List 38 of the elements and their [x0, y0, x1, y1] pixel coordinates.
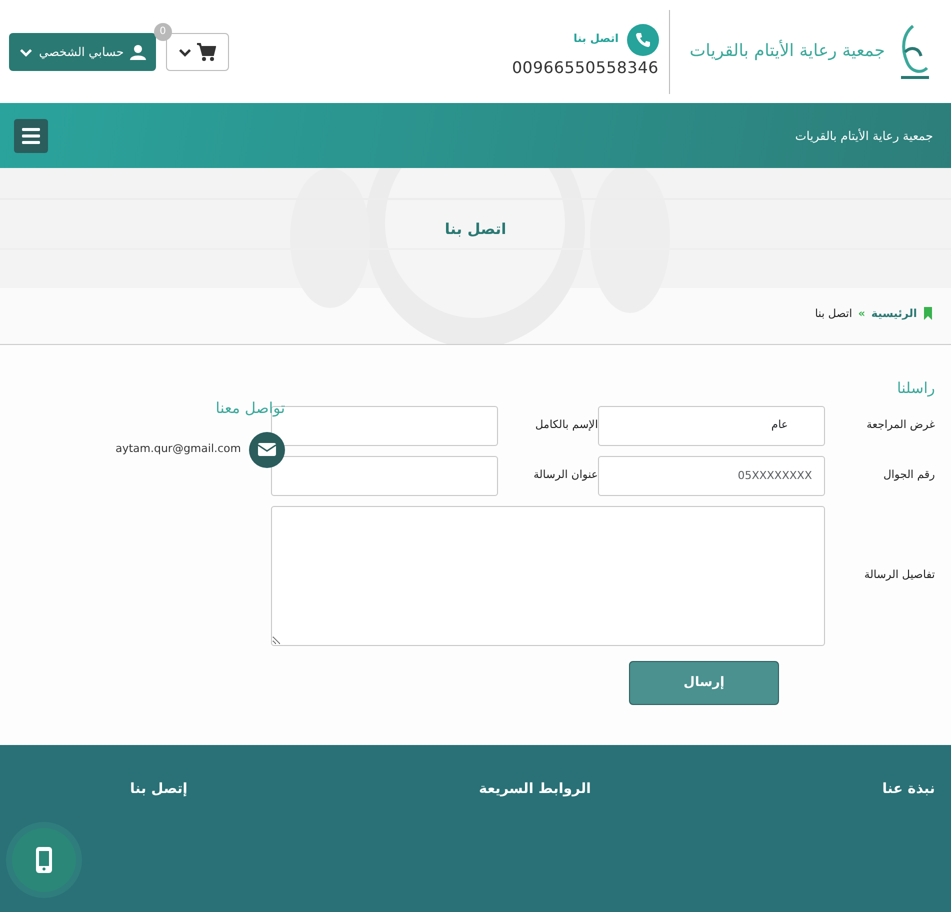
breadcrumb-separator: » — [858, 306, 866, 322]
input-field[interactable] — [271, 456, 498, 496]
user-icon — [130, 44, 146, 60]
page-title: اتصل بنا — [444, 219, 508, 240]
mobile-icon — [34, 846, 54, 874]
menu-button[interactable] — [14, 118, 48, 152]
phone-button[interactable] — [12, 828, 76, 892]
field-label: الإسم بالكامل — [534, 417, 598, 434]
footer-heading: إتصل بنا — [130, 780, 188, 799]
phone-icon — [626, 24, 659, 56]
breadcrumb-current: اتصل بنا — [814, 306, 852, 322]
caret-icon — [178, 46, 192, 56]
breadcrumb-link[interactable]: الرئيسية — [871, 306, 917, 322]
message-field[interactable] — [271, 506, 825, 646]
menu-icon — [22, 126, 40, 144]
account-button[interactable]: حسابي الشخصي — [9, 32, 156, 70]
phone-number: 00966550558346 — [512, 56, 659, 78]
footer-heading: الروابط السريعة — [478, 780, 591, 799]
submit-button[interactable]: إرسال — [629, 660, 779, 704]
navbar-brand[interactable]: جمعية رعاية الأيتام بالقريات — [795, 126, 933, 144]
logo-text: جمعية رعاية الأيتام بالقريات — [690, 38, 885, 63]
caret-icon — [19, 46, 33, 56]
field-label: عنوان الرسالة — [532, 467, 598, 484]
cart-count: 0 — [154, 22, 172, 40]
field-label: تفاصيل الرسالة — [863, 567, 935, 584]
contact-title: تواصل معنا — [214, 398, 285, 419]
input-field[interactable]: 05XXXXXXXX — [598, 456, 825, 496]
field-label: غرض المراجعة — [865, 417, 935, 434]
email-address: aytam.qur@gmail.com — [115, 441, 241, 458]
form-title: راسلنا — [896, 378, 935, 399]
field-label: رقم الجوال — [882, 467, 935, 484]
select-field[interactable]: عام — [598, 406, 825, 446]
bookmark-icon — [923, 307, 933, 320]
cart-button[interactable] — [166, 32, 229, 70]
contact-label: اتصل بنا — [574, 31, 619, 48]
mail-icon — [249, 432, 285, 468]
cart-icon — [196, 42, 216, 62]
footer-heading: نبذة عنا — [882, 780, 935, 799]
